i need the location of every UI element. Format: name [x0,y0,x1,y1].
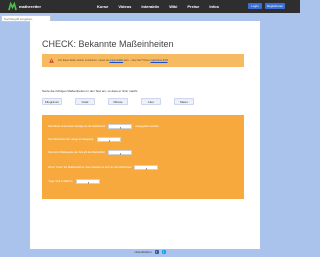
content-card: CHECK: Bekannte Maßeinheiten Um diese Se… [30,21,260,249]
exercise-row: Die Masse eines Autos beträgt um die Maß… [48,124,159,129]
unit-chip-bank: Kilogramm Grad Minute Liter Meter [42,98,252,106]
exercise-text: Die kurze Maßangabe der Zeit gilt die Ma… [48,151,105,154]
top-navigation-bar: matheretter Kurse Videos Interaktiv Wiki… [0,0,300,13]
unit-chip[interactable]: Meter [174,98,194,105]
login-link[interactable]: angemeldet [110,59,124,62]
answer-dropzone[interactable] [107,150,132,155]
unit-chip[interactable]: Grad [75,98,95,105]
instruction-text: Setze die richtigen Maßeinheiten in den … [42,89,138,93]
register-link[interactable]: registriere dich [150,59,167,62]
exercise-row: Die Maßeinheit der Länge ist festgelegt: [48,137,121,142]
nav-item-wiki[interactable]: Wiki [169,4,177,9]
warning-text-after: ! [167,59,169,62]
answer-dropzone[interactable] [134,165,159,170]
unit-chip[interactable]: Minute [108,98,128,105]
login-warning-banner: Um diese Seite nutzen zu können, musst d… [42,54,244,67]
nav-item-kurse[interactable]: Kurse [97,4,108,9]
page-title: CHECK: Bekannte Maßeinheiten [42,39,174,49]
nav-item-interaktiv[interactable]: Interaktiv [141,4,159,9]
answer-dropzone[interactable] [96,137,121,142]
exercise-text: "Liga" wird in Maß für [48,180,73,183]
warning-icon [49,58,54,63]
warning-text-middle: sein. - Neu hier? Dann [123,59,150,62]
exercise-panel: Die Masse eines Autos beträgt um die Maß… [42,115,244,199]
login-button[interactable]: Login [248,3,262,9]
exercise-row: Wenn "Kuss" die Maßeinheit ist, dann han… [48,165,159,170]
facebook-icon[interactable]: f [154,250,159,254]
answer-dropzone[interactable] [108,124,133,129]
exercise-text: ausgegeben werden. [135,125,160,128]
register-button[interactable]: Registrieren [265,3,285,9]
exercise-row: Die kurze Maßangabe der Zeit gilt die Ma… [48,150,132,155]
logo-text: matheretter [19,4,42,9]
footer: Unterstützen f t [0,250,300,254]
footer-text[interactable]: Unterstützen [134,250,151,254]
warning-text-before: Um diese Seite nutzen zu können, musst d… [58,59,109,62]
unit-chip[interactable]: Kilogramm [42,98,62,105]
nav-item-videos[interactable]: Videos [118,4,131,9]
site-logo[interactable]: matheretter [8,2,41,11]
exercise-text: Die Masse eines Autos beträgt um die Maß… [48,125,106,128]
answer-dropzone[interactable] [75,179,100,184]
nav-item-preise[interactable]: Preise [187,4,199,9]
twitter-icon[interactable]: t [161,250,166,254]
logo-mark-icon [8,2,17,11]
exercise-text: Wenn "Kuss" die Maßeinheit ist, dann han… [48,166,132,169]
exercise-row: "Liga" wird in Maß für [48,179,100,184]
nav-item-infos[interactable]: Infos [209,4,219,9]
unit-chip[interactable]: Liter [141,98,161,105]
main-nav: Kurse Videos Interaktiv Wiki Preise Info… [97,2,219,11]
exercise-text: Die Maßeinheit der Länge ist festgelegt: [48,138,94,141]
warning-text: Um diese Seite nutzen zu können, musst d… [58,59,168,62]
